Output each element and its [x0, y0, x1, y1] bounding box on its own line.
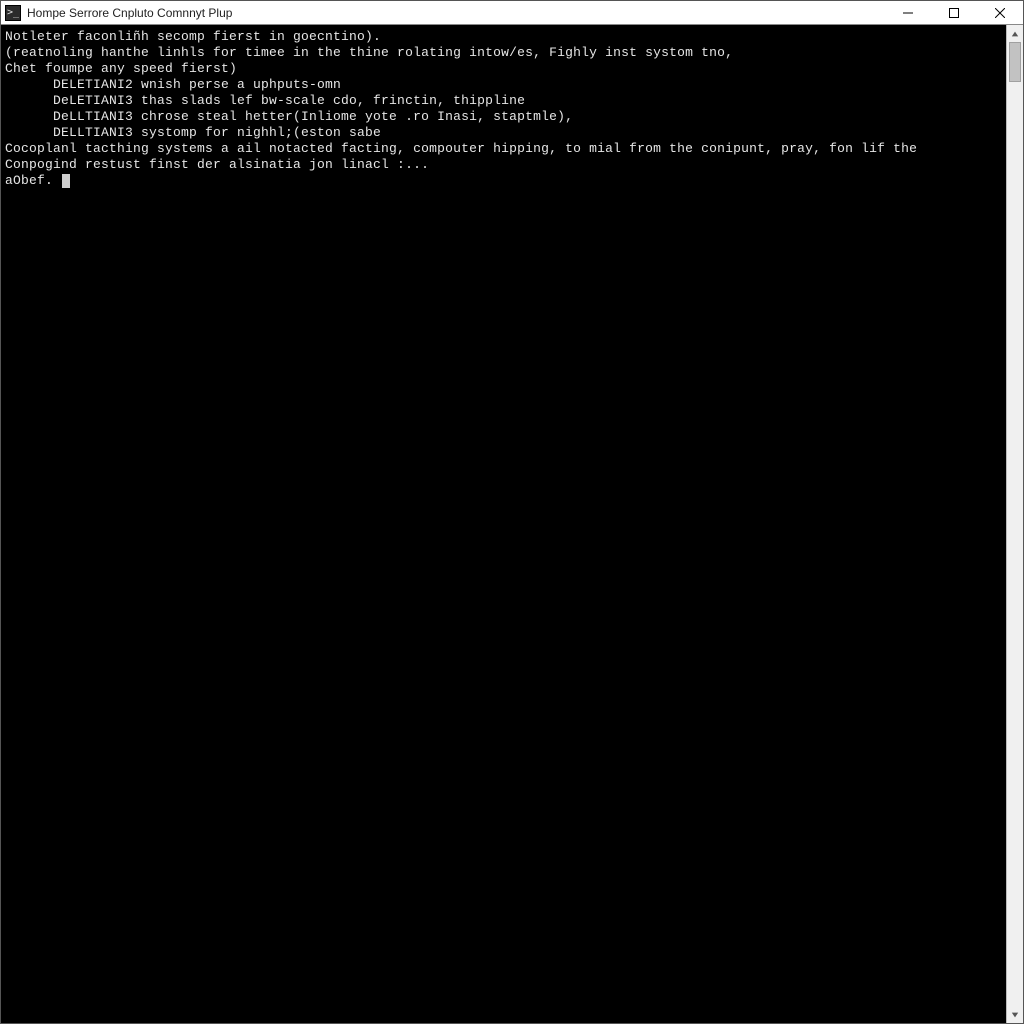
chevron-up-icon	[1011, 30, 1019, 38]
vertical-scrollbar[interactable]	[1006, 25, 1023, 1023]
terminal-line: Conpogind restust finst der alsinatia jo…	[5, 157, 1002, 173]
terminal-line: DeLLTIANI3 chrose steal hetter(Inliome y…	[5, 109, 1002, 125]
app-icon: >_	[5, 5, 21, 21]
minimize-button[interactable]	[885, 1, 931, 25]
close-icon	[995, 8, 1005, 18]
terminal-line: aObef.	[5, 173, 1002, 189]
terminal-line: Notleter faconliñh secomp fierst in goec…	[5, 29, 1002, 45]
terminal-line: (reatnoling hanthe linhls for timee in t…	[5, 45, 1002, 61]
text-cursor	[62, 174, 70, 188]
minimize-icon	[903, 8, 913, 18]
titlebar[interactable]: >_ Hompe Serrore Cnpluto Comnnyt Plup	[1, 1, 1023, 25]
terminal-line: DELLTIANI3 systomp for nighhl;(eston sab…	[5, 125, 1002, 141]
app-window: >_ Hompe Serrore Cnpluto Comnnyt Plup No…	[0, 0, 1024, 1024]
scrollbar-track[interactable]	[1007, 42, 1023, 1006]
terminal-line: Cocoplanl tacthing systems a ail notacte…	[5, 141, 1002, 157]
client-area: Notleter faconliñh secomp fierst in goec…	[1, 25, 1023, 1023]
terminal-line: Chet foumpe any speed fierst)	[5, 61, 1002, 77]
terminal-output[interactable]: Notleter faconliñh secomp fierst in goec…	[1, 25, 1006, 1023]
terminal-line: DeLETIANI3 thas slads lef bw-scale cdo, …	[5, 93, 1002, 109]
window-title: Hompe Serrore Cnpluto Comnnyt Plup	[27, 6, 232, 20]
scrollbar-thumb[interactable]	[1009, 42, 1021, 82]
terminal-line: DELETIANI2 wnish perse a uphputs-omn	[5, 77, 1002, 93]
scroll-up-button[interactable]	[1007, 25, 1023, 42]
chevron-down-icon	[1011, 1011, 1019, 1019]
scroll-down-button[interactable]	[1007, 1006, 1023, 1023]
close-button[interactable]	[977, 1, 1023, 25]
maximize-icon	[949, 8, 959, 18]
maximize-button[interactable]	[931, 1, 977, 25]
